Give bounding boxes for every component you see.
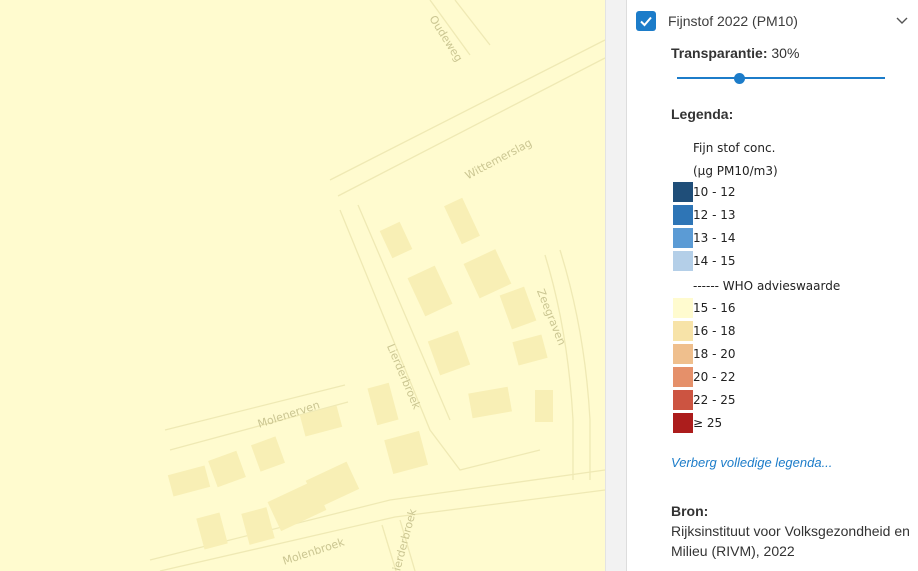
legend-swatch: [673, 228, 693, 248]
legend-label: 20 - 22: [693, 370, 736, 384]
transparency-caption: Transparantie:: [671, 45, 768, 61]
legend-swatch: [673, 251, 693, 271]
legend-unit: (µg PM10/m3): [693, 164, 778, 178]
layer-title: Fijnstof 2022 (PM10): [668, 13, 798, 29]
legend-label: 12 - 13: [693, 208, 736, 222]
legend-swatch: [673, 367, 693, 387]
hide-legend-link[interactable]: Verberg volledige legenda...: [671, 455, 832, 470]
source-heading: Bron:: [671, 503, 709, 519]
layer-visibility-checkbox[interactable]: [636, 11, 656, 31]
legend-who-line: ------ WHO advieswaarde: [693, 279, 841, 293]
legend-swatch: [673, 182, 693, 202]
legend-label: ≥ 25: [693, 416, 723, 430]
legend-title: Fijn stof conc.: [693, 141, 776, 155]
source-text: Rijksinstituut voor Volksgezondheid en M…: [671, 523, 910, 559]
legend-swatch: [673, 321, 693, 341]
panel-gutter: [605, 0, 628, 571]
legend-swatch: [673, 298, 693, 318]
legend-label: 13 - 14: [693, 231, 736, 245]
transparency-label: Transparantie: 30%: [671, 45, 799, 61]
map-features: [149, 0, 605, 571]
transparency-slider[interactable]: [677, 77, 885, 79]
legend-label: 22 - 25: [693, 393, 736, 407]
legend-swatch: [673, 413, 693, 433]
legend-label: 10 - 12: [693, 185, 736, 199]
legend-label: 15 - 16: [693, 301, 736, 315]
legend-heading: Legenda:: [671, 106, 734, 122]
legend-swatch: [673, 390, 693, 410]
transparency-value: 30%: [771, 45, 800, 61]
legend-label: 16 - 18: [693, 324, 736, 338]
layer-panel: Fijnstof 2022 (PM10) Transparantie: 30% …: [627, 0, 918, 571]
chevron-down-icon[interactable]: [896, 17, 908, 25]
transparency-slider-handle[interactable]: [733, 73, 745, 84]
checkmark-icon: [640, 16, 652, 27]
legend-swatch: [673, 205, 693, 225]
map-view[interactable]: Oudeweg Wittemerslag Zeegraven Lierderbr…: [0, 0, 605, 571]
legend-label: 14 - 15: [693, 254, 736, 268]
legend-swatch: [673, 344, 693, 364]
legend-label: 18 - 20: [693, 347, 736, 361]
